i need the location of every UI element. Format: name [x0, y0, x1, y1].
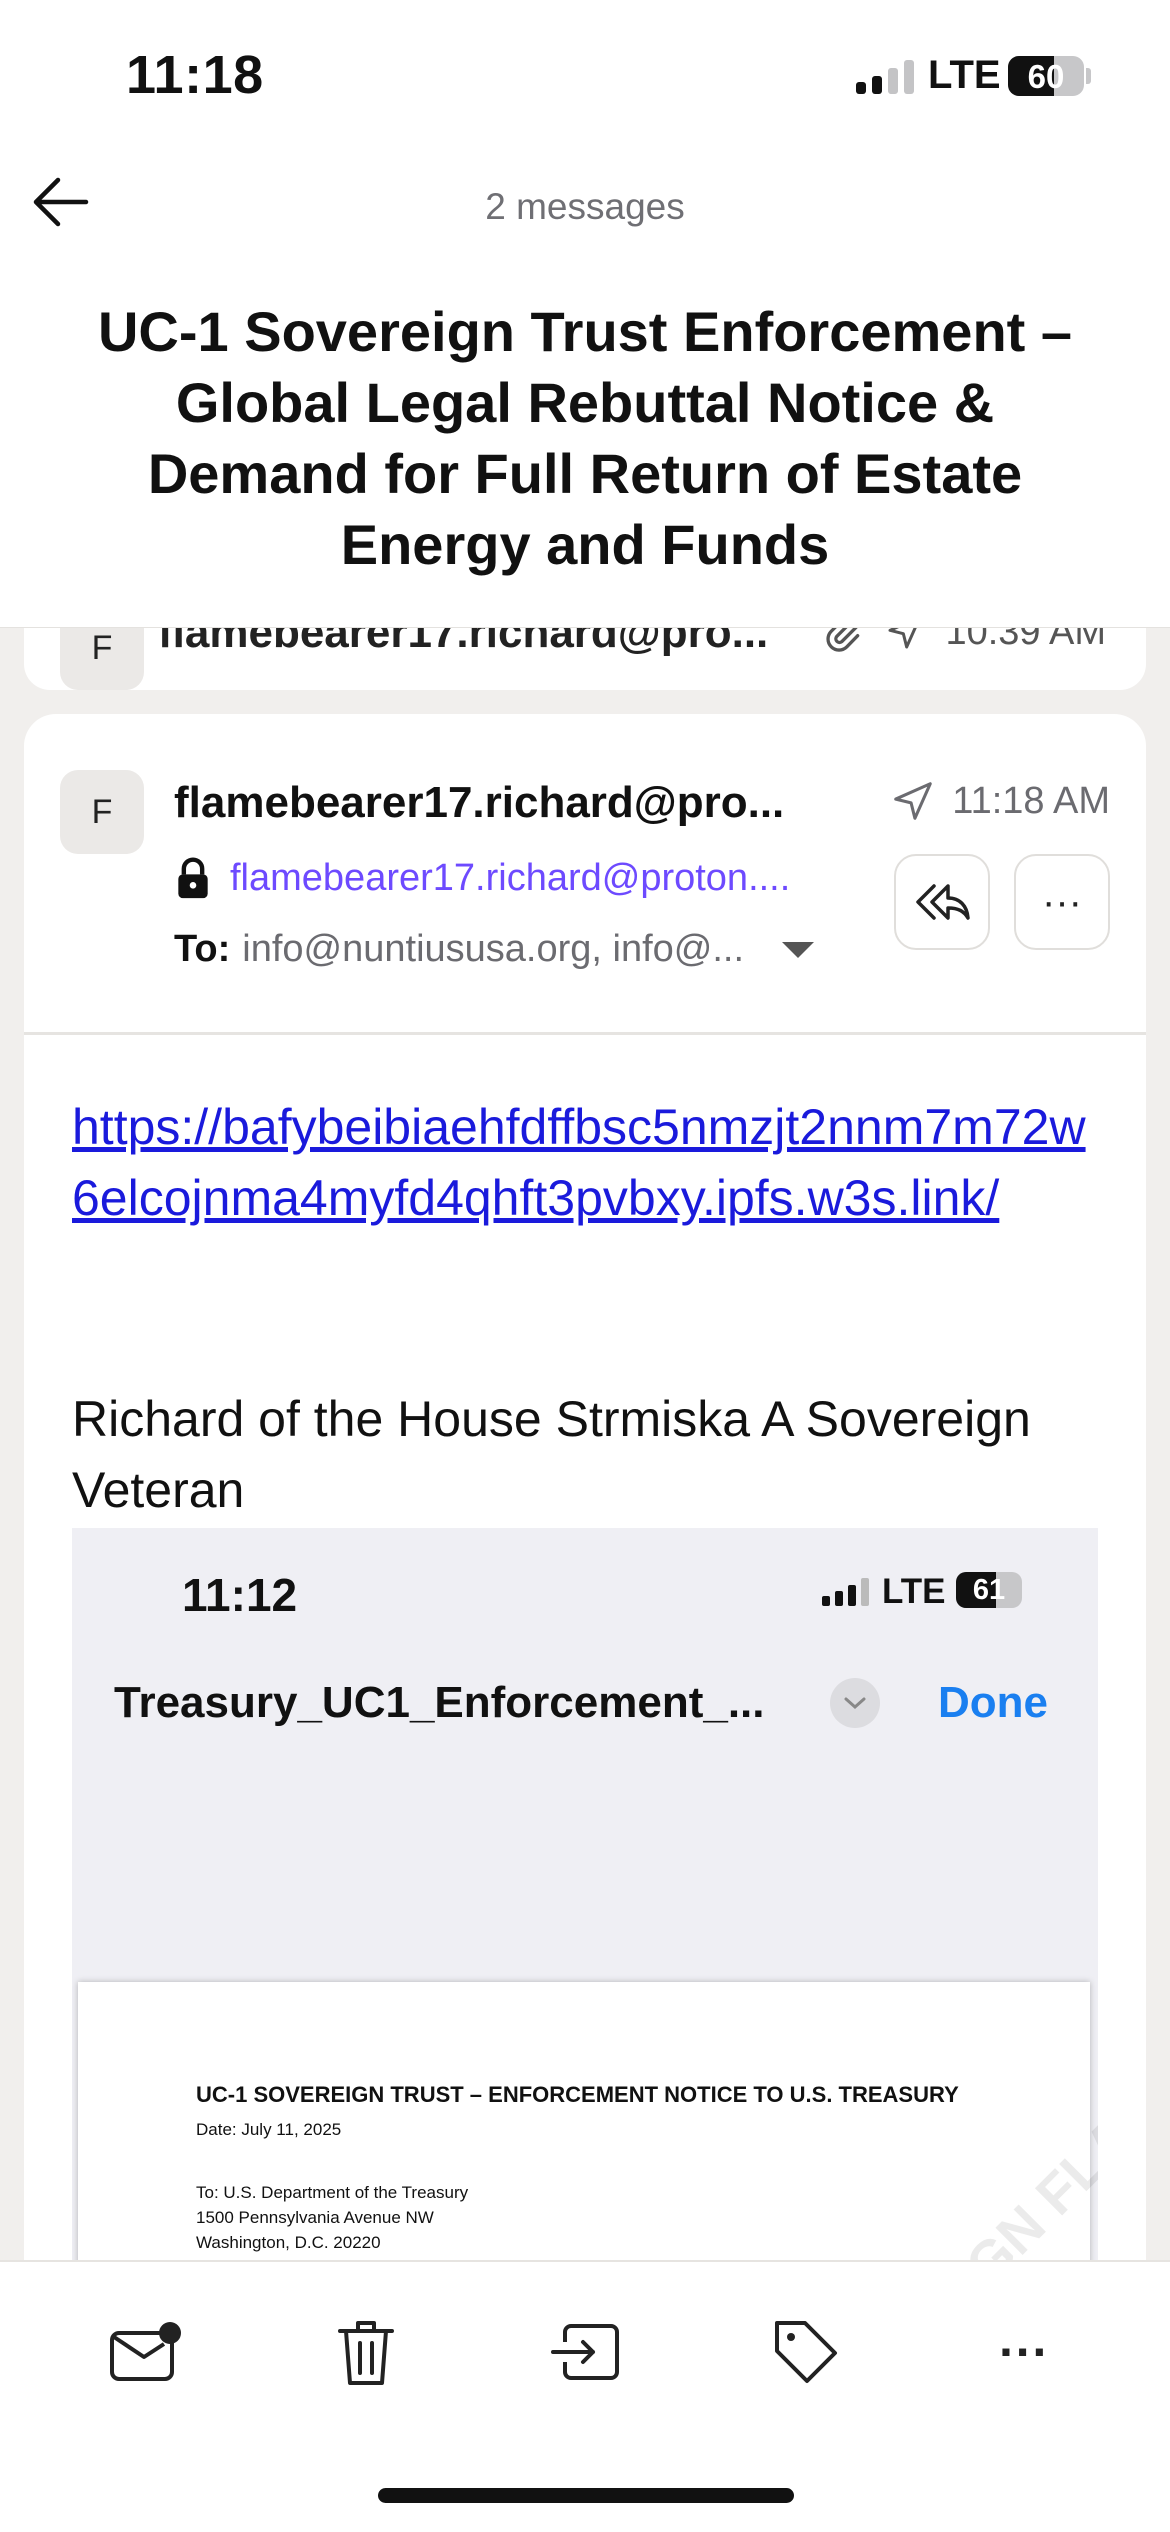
sender-address-row[interactable]: flamebearer17.richard@proton....	[174, 856, 790, 900]
message-card: F flamebearer17.richard@pro... 11:18 AM …	[24, 714, 1146, 2314]
recipients-row[interactable]: To: info@nuntiususa.org, info@...	[174, 928, 816, 971]
signal-icon	[856, 60, 914, 94]
embedded-done-label: Done	[938, 1678, 1048, 1727]
sender-name[interactable]: flamebearer17.richard@pro...	[174, 778, 784, 828]
move-button[interactable]	[546, 2312, 626, 2392]
battery-tip	[1086, 68, 1091, 84]
body-signature: Richard of the House Strmiska A Sovereig…	[72, 1391, 1031, 1518]
chevron-down-icon	[830, 1678, 880, 1728]
email-subject: UC-1 Sovereign Trust Enforcement – Globa…	[97, 300, 1072, 576]
document-address: To: U.S. Department of the Treasury 1500…	[196, 2183, 469, 2252]
expand-details-icon[interactable]	[780, 940, 816, 960]
sender-address: flamebearer17.richard@proton....	[230, 856, 791, 899]
reply-all-button[interactable]	[894, 854, 990, 950]
battery-icon: 60	[1008, 56, 1084, 96]
sent-icon	[894, 782, 933, 820]
mark-unread-button[interactable]	[106, 2312, 186, 2392]
message-time: 11:18 AM	[890, 778, 1110, 824]
reply-all-icon	[916, 884, 970, 920]
move-icon	[551, 2324, 619, 2380]
trash-icon	[338, 2321, 394, 2385]
message-count: 2 messages	[485, 186, 685, 227]
trash-button[interactable]	[326, 2312, 406, 2392]
document-title: UC-1 SOVEREIGN TRUST – ENFORCEMENT NOTIC…	[196, 2082, 959, 2107]
more-actions-button[interactable]: ···	[1014, 854, 1110, 950]
embedded-image[interactable]: 11:12 LTE 61 Treasury_UC1_Enforcement_..…	[72, 1528, 1098, 2314]
more-icon[interactable]: ···	[984, 2312, 1064, 2392]
embedded-time: 11:12	[182, 1569, 298, 1621]
label-icon	[775, 2321, 837, 2383]
body-link[interactable]: https://bafybeibiaehfdffbsc5nmzjt2nnm7m7…	[72, 1092, 1112, 1234]
battery-level: 60	[1027, 58, 1065, 95]
embedded-battery-level: 61	[972, 1574, 1006, 1606]
label-button[interactable]	[766, 2312, 846, 2392]
embedded-network: LTE	[882, 1572, 946, 1611]
status-bar: 11:18 LTE 60	[0, 0, 1170, 150]
embedded-battery-icon: 61	[956, 1572, 1022, 1608]
embedded-signal-icon	[822, 1578, 869, 1606]
mark-unread-icon	[110, 2322, 181, 2381]
document-date: Date: July 11, 2025	[196, 2120, 342, 2139]
embedded-file-name: Treasury_UC1_Enforcement_...	[114, 1678, 765, 1727]
to-label: To:	[174, 928, 231, 970]
divider	[24, 1032, 1146, 1035]
home-indicator[interactable]	[378, 2488, 794, 2503]
message-time-text: 11:18 AM	[952, 779, 1110, 822]
status-time: 11:18	[126, 45, 264, 105]
avatar: F	[60, 770, 144, 854]
recipients: info@nuntiususa.org, info@...	[242, 928, 745, 970]
network-type: LTE	[928, 53, 1001, 97]
lock-icon	[178, 857, 208, 899]
conversation-header: 2 messages UC-1 Sovereign Trust Enforcem…	[0, 150, 1170, 628]
